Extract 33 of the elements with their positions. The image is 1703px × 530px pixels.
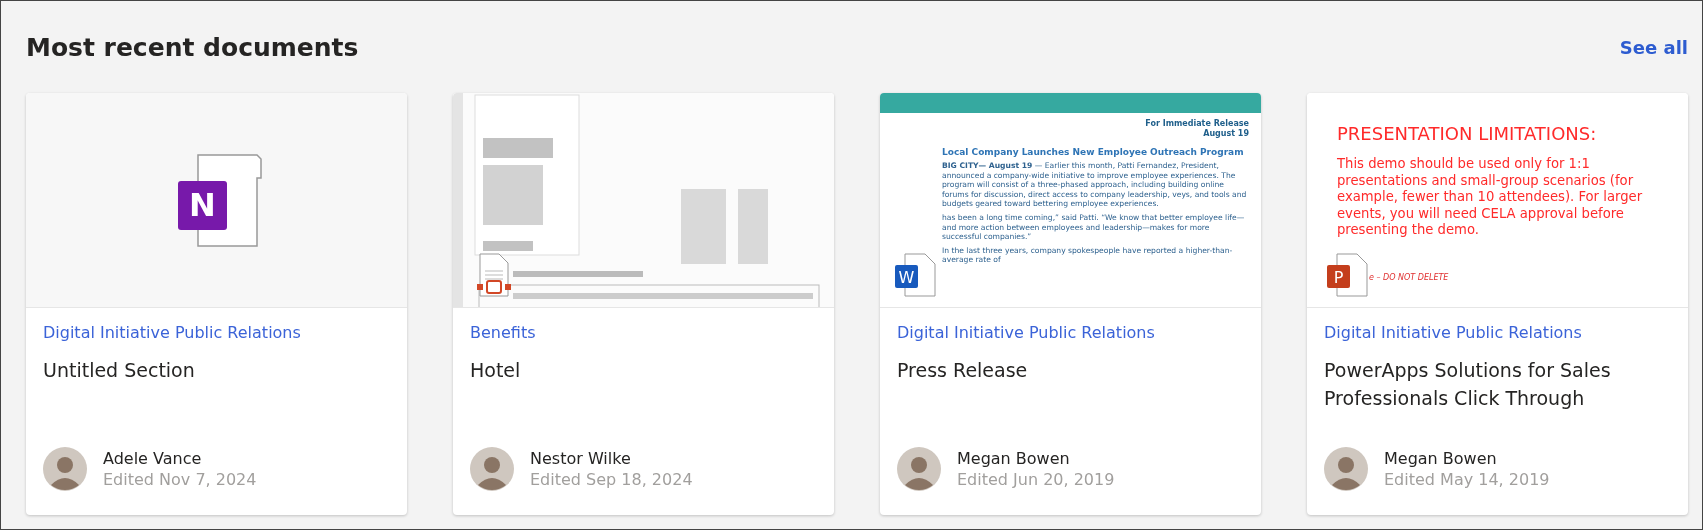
- see-all-link[interactable]: See all: [1619, 36, 1688, 58]
- author-name: Megan Bowen: [957, 448, 1071, 469]
- document-card[interactable]: [1307, 93, 1688, 515]
- document-title: Hotel: [470, 358, 522, 383]
- edited-date: Edited Jun 20, 2019: [957, 469, 1115, 490]
- document-card[interactable]: [880, 93, 1261, 515]
- document-title: PowerApps Solutions for Sales Professionals Click Through: [1324, 358, 1612, 411]
- document-text: For Immediate Release: [1144, 119, 1249, 129]
- document-category[interactable]: Benefits: [470, 322, 817, 344]
- edited-date: Edited May 14, 2019: [1384, 469, 1550, 490]
- document-headline: Local Company Launches New Employee Outreach Program: [942, 147, 1245, 157]
- avatar: [1324, 447, 1368, 491]
- document-category[interactable]: Digital Initiative Public Relations: [897, 322, 1244, 344]
- slide-text: This demo should be used only for 1:1 presentations and small-group scenarios (for example, fewer than 10 attendees). For larger events, you will need CELA approval before presenting the demo.: [1336, 155, 1644, 239]
- slide-footer: e – DO NOT DELETE: [1369, 273, 1449, 282]
- edited-date: Edited Nov 7, 2024: [103, 469, 257, 490]
- slide-heading: PRESENTATION LIMITATIONS:: [1336, 122, 1598, 144]
- document-category[interactable]: Digital Initiative Public Relations: [43, 322, 390, 344]
- author-name: Megan Bowen: [1384, 448, 1498, 469]
- document-category[interactable]: Digital Initiative Public Relations: [1324, 322, 1671, 344]
- document-title: Press Release: [897, 358, 1029, 383]
- document-title: Untitled Section: [43, 358, 196, 383]
- avatar: [897, 447, 941, 491]
- edited-date: Edited Sep 18, 2024: [530, 469, 693, 490]
- author-name: Adele Vance: [103, 448, 203, 469]
- avatar: [43, 447, 87, 491]
- document-card[interactable]: N Digital Initiative Public Relations Untitled Section Adele Vance Edited Nov 7, 2024: [26, 93, 407, 515]
- author-name: Nestor Wilke: [530, 448, 632, 469]
- document-text: August 19: [1202, 129, 1249, 139]
- image-file-icon: [477, 253, 511, 297]
- avatar: [470, 447, 514, 491]
- section-title: Most recent documents: [26, 32, 359, 62]
- document-card[interactable]: Benefits Hotel Nestor Wilke Edited Sep 18, 2024: [453, 93, 834, 515]
